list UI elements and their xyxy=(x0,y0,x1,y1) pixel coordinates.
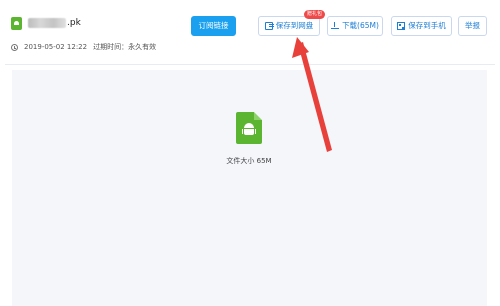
report-label: 举报 xyxy=(465,21,480,30)
save-to-cloud-label: 保存到网盘 xyxy=(275,21,314,30)
save-to-cloud-button[interactable]: 保存到网盘 xyxy=(258,16,320,36)
page-fold xyxy=(254,112,262,120)
subscribe-button[interactable]: 订阅链接 xyxy=(191,16,236,36)
download-icon xyxy=(331,22,340,30)
save-to-phone-button[interactable]: 保存到手机 xyxy=(391,16,452,36)
gift-badge: 赠礼包 xyxy=(304,10,326,19)
subscribe-label: 订阅链接 xyxy=(198,21,229,30)
header-divider xyxy=(5,64,495,65)
clock-icon xyxy=(11,43,18,51)
save-to-phone-label: 保存到手机 xyxy=(408,21,446,30)
report-button[interactable]: 举报 xyxy=(458,16,487,36)
redacted-name xyxy=(28,17,66,28)
file-name: .pk xyxy=(28,15,81,31)
download-label: 下载(65M) xyxy=(342,21,379,30)
file-name-suffix: .pk xyxy=(67,18,81,28)
expiry-info: 过期时间：永久有效 xyxy=(93,43,157,51)
save-to-cloud-icon xyxy=(264,22,274,30)
apk-file-icon xyxy=(11,17,22,30)
android-robot-icon xyxy=(242,123,256,135)
file-preview-panel xyxy=(12,70,487,306)
qr-code-icon xyxy=(397,22,406,30)
file-size-label: 文件大小 65M xyxy=(226,157,272,165)
file-meta: 2019-05-02 12:22 过期时间：永久有效 xyxy=(11,42,156,52)
arrow-head xyxy=(292,37,309,58)
share-page: .pk 2019-05-02 12:22 过期时间：永久有效 订阅链接 保存到网… xyxy=(0,0,500,306)
upload-time: 2019-05-02 12:22 xyxy=(24,43,88,51)
android-apk-icon xyxy=(236,112,262,144)
download-button[interactable]: 下载(65M) xyxy=(327,16,383,36)
